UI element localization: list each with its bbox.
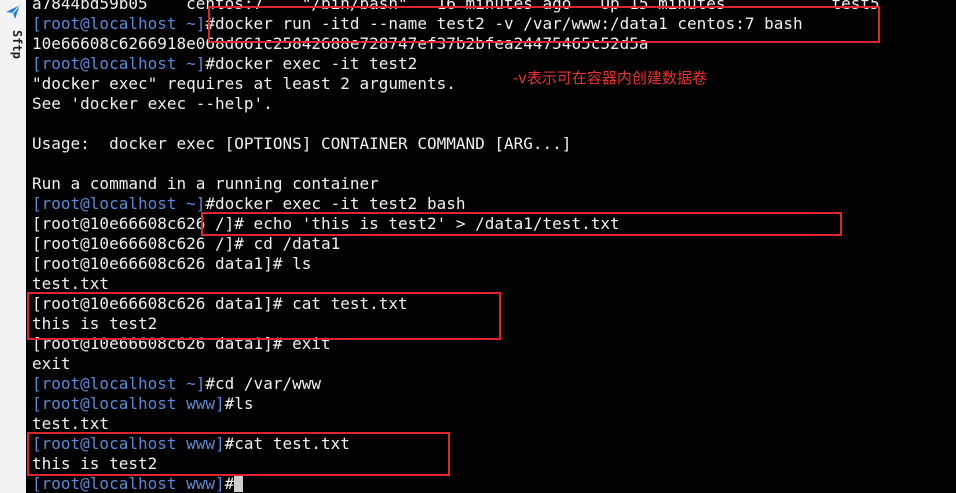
shell-prompt: [root@localhost www] [32,474,225,493]
shell-prompt: [root@localhost ~] [32,374,206,393]
line-text: See 'docker exec --help'. [32,94,273,113]
terminal-line: Usage: docker exec [OPTIONS] CONTAINER C… [32,134,880,154]
terminal-line: [root@localhost ~]#docker exec -it test2 [32,54,880,74]
line-text: "docker exec" requires at least 2 argume… [32,74,456,93]
line-text: # [224,474,235,493]
highlight-container-cat [27,292,501,340]
line-text: #docker exec -it test2 bash [205,194,466,213]
terminal-line: "docker exec" requires at least 2 argume… [32,74,880,94]
line-text: exit [32,354,71,373]
text-cursor [234,476,244,492]
line-text: [root@10e66608c626 /]# cd /data1 [32,234,341,253]
shell-prompt: [root@localhost ~] [32,194,206,213]
annotation-note: -v表示可在容器内创建数据卷 [513,69,707,87]
terminal-line: [root@localhost ~]#docker exec -it test2… [32,194,880,214]
highlight-echo [201,212,842,236]
line-text: test.txt [32,414,110,433]
line-text: [root@10e66608c626 data1]# ls [32,254,312,273]
line-text: Usage: docker exec [OPTIONS] CONTAINER C… [32,134,572,153]
terminal-output[interactable]: a7844bd59b05 centos:7 "/bin/bash" 16 min… [26,0,956,493]
terminal-line: test.txt [32,414,880,434]
terminal-line: Run a command in a running container [32,174,880,194]
sftp-tab[interactable]: Sftp [2,30,24,70]
highlight-docker-run [208,6,880,43]
terminal-lines: a7844bd59b05 centos:7 "/bin/bash" 16 min… [32,0,880,493]
highlight-host-cat [27,432,450,476]
terminal-line: exit [32,354,880,374]
terminal-line: [root@localhost www]# [32,474,880,493]
terminal-line: test.txt [32,274,880,294]
send-icon[interactable] [5,4,21,20]
terminal-line: [root@10e66608c626 data1]# ls [32,254,880,274]
session-sidebar: Sftp [0,0,27,493]
terminal-line: [root@10e66608c626 /]# cd /data1 [32,234,880,254]
shell-prompt: [root@localhost www] [32,394,225,413]
terminal-line: [root@localhost www]#ls [32,394,880,414]
terminal-line: [root@localhost ~]#cd /var/www [32,374,880,394]
shell-prompt: [root@localhost ~] [32,14,206,33]
shell-prompt: [root@localhost ~] [32,54,206,73]
line-text: #ls [224,394,254,413]
line-text: #docker exec -it test2 [205,54,418,73]
terminal-line: See 'docker exec --help'. [32,94,880,114]
line-text: Run a command in a running container [32,174,379,193]
line-text: test.txt [32,274,110,293]
line-text: #cd /var/www [205,374,321,393]
